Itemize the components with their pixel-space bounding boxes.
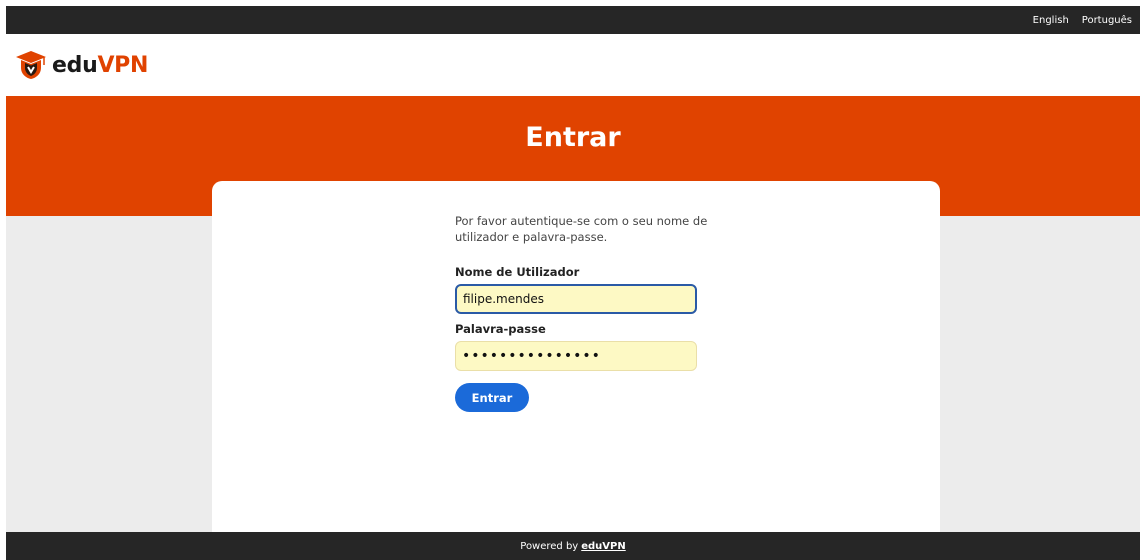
graduation-cap-shield-icon [16, 51, 46, 79]
footer-powered-by: Powered by [520, 540, 579, 552]
username-label: Nome de Utilizador [455, 265, 580, 279]
login-card: Por favor autentique-se com o seu nome d… [212, 181, 940, 532]
eduvpn-logo: eduVPN [14, 50, 148, 80]
login-instructions: Por favor autentique-se com o seu nome d… [455, 214, 708, 244]
logo-text-vpn: VPN [97, 52, 149, 78]
username-input[interactable] [455, 284, 697, 314]
site-header: eduVPN [6, 34, 1140, 96]
logo-text-edu: edu [52, 52, 98, 78]
login-button[interactable]: Entrar [455, 383, 529, 412]
language-portuguese-link[interactable]: Português [1082, 15, 1132, 26]
password-label: Palavra-passe [455, 322, 546, 336]
logo-text: eduVPN [52, 53, 148, 78]
page-title: Entrar [525, 122, 621, 153]
site-footer: Powered by eduVPN [6, 532, 1140, 560]
password-input[interactable] [455, 341, 697, 371]
language-bar: English Português [6, 6, 1140, 34]
language-english-link[interactable]: English [1033, 15, 1069, 26]
footer-eduvpn-link[interactable]: eduVPN [581, 541, 626, 552]
